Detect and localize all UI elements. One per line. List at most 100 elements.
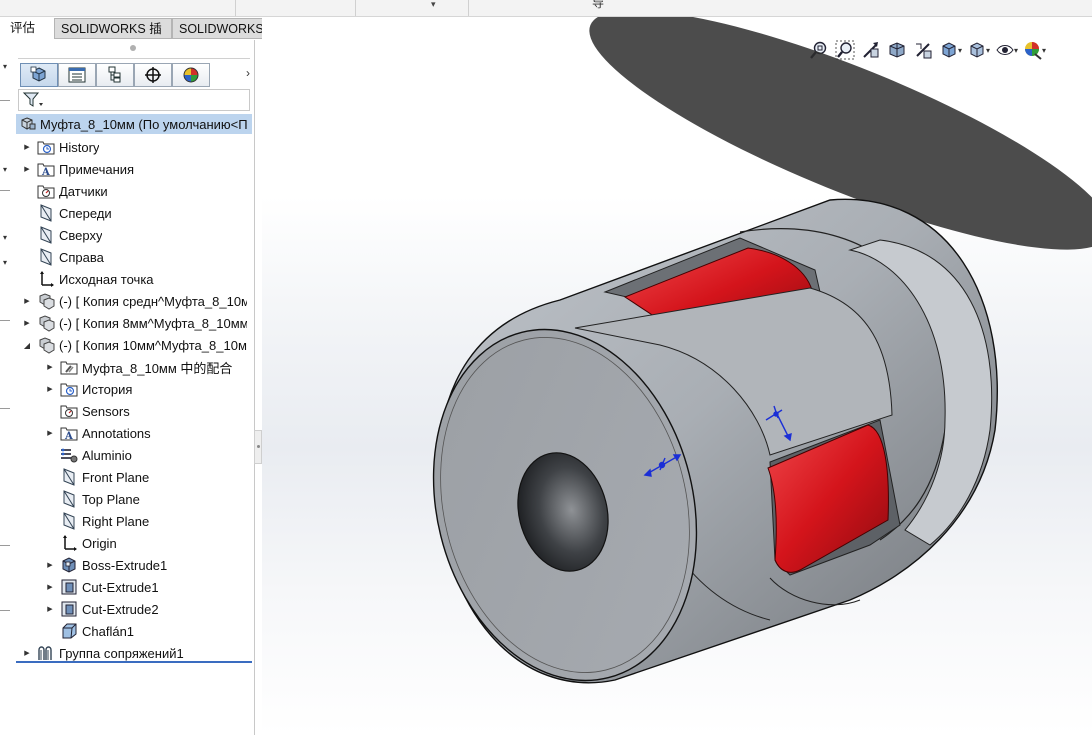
tree-item-label: History <box>59 139 100 155</box>
rollback-bar[interactable] <box>16 661 252 663</box>
tree-item-front-plane[interactable]: Front Plane <box>45 466 149 488</box>
ribbon-strip: ▾ 导 <box>0 0 1092 17</box>
tree-item-label: Chaflán1 <box>82 623 135 639</box>
tree-item-сверху[interactable]: Сверху <box>22 224 102 246</box>
chevron-right-icon[interactable]: ▶ <box>22 143 32 151</box>
tree-item-примечания[interactable]: ▶ A Примечания <box>22 158 134 180</box>
ribbon-separator <box>355 0 356 16</box>
cut-extrude-icon <box>59 600 79 618</box>
strip-tick <box>0 320 10 321</box>
tree-item-label: Annotations <box>82 425 151 441</box>
sensors-icon <box>59 402 79 420</box>
tree-filter[interactable] <box>18 89 250 111</box>
chamfer-icon <box>59 622 79 640</box>
ribbon-dropdown-arrow[interactable]: ▾ <box>431 0 436 10</box>
assembly-icon <box>19 116 37 132</box>
tree-item-спереди[interactable]: Спереди <box>22 202 112 224</box>
display-manager-icon[interactable] <box>172 63 210 87</box>
tree-item-label: Origin <box>82 535 117 551</box>
chevron-right-icon[interactable]: ▶ <box>45 363 55 371</box>
mates-folder-icon <box>59 358 79 376</box>
tree-item-top-plane[interactable]: Top Plane <box>45 488 140 510</box>
tree-item-origin[interactable]: Origin <box>45 532 117 554</box>
coupling-model[interactable] <box>262 17 1092 735</box>
chevron-right-icon[interactable]: ▶ <box>45 561 55 569</box>
tree-root-assembly[interactable]: Муфта_8_10мм (По умолчанию<П <box>16 114 252 134</box>
chevron-right-icon[interactable]: ▶ <box>45 385 55 393</box>
tree-item-label: Справа <box>59 249 104 265</box>
feature-manager-tabs <box>20 63 250 89</box>
tree-item-история[interactable]: ▶ История <box>45 378 132 400</box>
boss-extrude-icon <box>59 556 79 574</box>
ribbon-text-fragment: 导 <box>592 0 605 10</box>
history-folder-icon <box>36 138 56 156</box>
divider <box>18 58 250 59</box>
annotations-icon: A <box>36 160 56 178</box>
strip-arrow[interactable]: ▾ <box>3 165 7 174</box>
command-manager-tabs: 评估 SOLIDWORKS 插件 SOLIDWORKS MBD <box>0 18 300 57</box>
tree-item-sensors[interactable]: Sensors <box>45 400 130 422</box>
part-icon <box>36 336 56 354</box>
tree-item-cut-extrude2[interactable]: ▶ Cut-Extrude2 <box>45 598 159 620</box>
tree-item-копия-10мм-муфта-8-10м[interactable]: ◢ (-) [ Копия 10мм^Муфта_8_10м <box>22 334 247 356</box>
tab-evaluate[interactable]: 评估 <box>4 18 54 39</box>
ribbon-separator <box>468 0 469 16</box>
tree-item-right-plane[interactable]: Right Plane <box>45 510 149 532</box>
tree-item-label: Cut-Extrude2 <box>82 601 159 617</box>
tree-item-исходная-точка[interactable]: Исходная точка <box>22 268 154 290</box>
plane-icon <box>36 204 56 222</box>
chevron-down-icon[interactable]: ◢ <box>22 341 32 350</box>
feature-manager-icon[interactable] <box>20 63 58 87</box>
tree-item-cut-extrude1[interactable]: ▶ Cut-Extrude1 <box>45 576 159 598</box>
sensors-icon <box>36 182 56 200</box>
tree-item-копия-средн-муфта-8-10м[interactable]: ▶ (-) [ Копия средн^Муфта_8_10м <box>22 290 247 312</box>
tree-item-history[interactable]: ▶ History <box>22 136 99 158</box>
strip-arrow[interactable]: ▾ <box>3 233 7 242</box>
chevron-right-icon[interactable]: ▶ <box>45 605 55 613</box>
filter-icon[interactable] <box>22 91 44 112</box>
material-icon <box>59 446 79 464</box>
tree-item-датчики[interactable]: Датчики <box>22 180 108 202</box>
tree-item-chafl-n1[interactable]: Chaflán1 <box>45 620 134 642</box>
chevron-right-icon[interactable]: ▶ <box>22 319 32 327</box>
tree-item-label: Front Plane <box>82 469 150 485</box>
property-manager-icon[interactable] <box>58 63 96 87</box>
configuration-manager-icon[interactable] <box>96 63 134 87</box>
tree-item-label: Исходная точка <box>59 271 154 287</box>
tree-item-копия-8мм-муфта-8-10мм[interactable]: ▶ (-) [ Копия 8мм^Муфта_8_10мм <box>22 312 247 334</box>
plane-icon <box>59 468 79 486</box>
tree-item-label: История <box>82 381 133 397</box>
chevron-right-icon[interactable]: ▶ <box>22 297 32 305</box>
tree-item-label: Right Plane <box>82 513 150 529</box>
tree-item-label: Муфта_8_10мм 中的配合 <box>82 360 233 376</box>
strip-arrow[interactable]: ▾ <box>3 258 7 267</box>
plane-icon <box>59 512 79 530</box>
cut-extrude-icon <box>59 578 79 596</box>
chevron-right-icon[interactable]: ▶ <box>22 165 32 173</box>
tree-item-aluminio[interactable]: Aluminio <box>45 444 132 466</box>
tree-item-label: (-) [ Копия 8мм^Муфта_8_10мм <box>59 315 247 331</box>
tab-solidworks-addins[interactable]: SOLIDWORKS 插件 <box>54 18 172 57</box>
tree-item-label: Группа сопряжений1 <box>59 645 184 661</box>
tree-item-муфта-8-10мм[interactable]: ▶ Муфта_8_10мм 中的配合 <box>45 356 232 378</box>
history-folder-icon <box>59 380 79 398</box>
panel-grip[interactable] <box>130 45 136 51</box>
svg-text:A: A <box>41 167 50 177</box>
chevron-right-icon[interactable]: › <box>246 66 250 80</box>
tree-item-label: Aluminio <box>82 447 132 463</box>
strip-tick <box>0 100 10 101</box>
strip-tick <box>0 545 10 546</box>
chevron-right-icon[interactable]: ▶ <box>45 429 55 437</box>
dimxpert-icon[interactable] <box>134 63 172 87</box>
ribbon-separator <box>235 0 236 16</box>
tree-item-boss-extrude1[interactable]: ▶ Boss-Extrude1 <box>45 554 167 576</box>
panel-resize-handle[interactable] <box>254 430 262 464</box>
tree-item-annotations[interactable]: ▶ A Annotations <box>45 422 151 444</box>
tree-item-label: Примечания <box>59 161 135 177</box>
graphics-area[interactable]: ▾ ▾ ▾ ▾ <box>262 17 1092 735</box>
strip-arrow[interactable]: ▾ <box>3 62 7 71</box>
chevron-right-icon[interactable]: ▶ <box>22 649 32 657</box>
chevron-right-icon[interactable]: ▶ <box>45 583 55 591</box>
tree-item-label: Top Plane <box>82 491 140 507</box>
tree-item-справа[interactable]: Справа <box>22 246 104 268</box>
